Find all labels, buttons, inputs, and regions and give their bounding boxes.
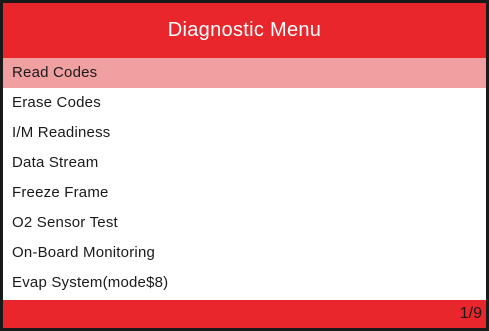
menu-item-on-board-monitoring[interactable]: On-Board Monitoring	[3, 238, 486, 268]
menu-item-read-codes[interactable]: Read Codes	[3, 58, 486, 88]
footer-bar: 1/9	[3, 300, 486, 328]
menu-item-erase-codes[interactable]: Erase Codes	[3, 88, 486, 118]
menu-item-im-readiness[interactable]: I/M Readiness	[3, 118, 486, 148]
menu-item-evap-system[interactable]: Evap System(mode$8)	[3, 268, 486, 298]
menu-item-data-stream[interactable]: Data Stream	[3, 148, 486, 178]
menu-item-freeze-frame[interactable]: Freeze Frame	[3, 178, 486, 208]
title-bar: Diagnostic Menu	[3, 3, 486, 58]
diagnostic-menu-list: Read Codes Erase Codes I/M Readiness Dat…	[3, 58, 486, 298]
menu-item-o2-sensor-test[interactable]: O2 Sensor Test	[3, 208, 486, 238]
page-title: Diagnostic Menu	[167, 19, 322, 41]
page-indicator: 1/9	[459, 305, 482, 322]
diagnostic-screen: Diagnostic Menu Read Codes Erase Codes I…	[0, 0, 489, 331]
